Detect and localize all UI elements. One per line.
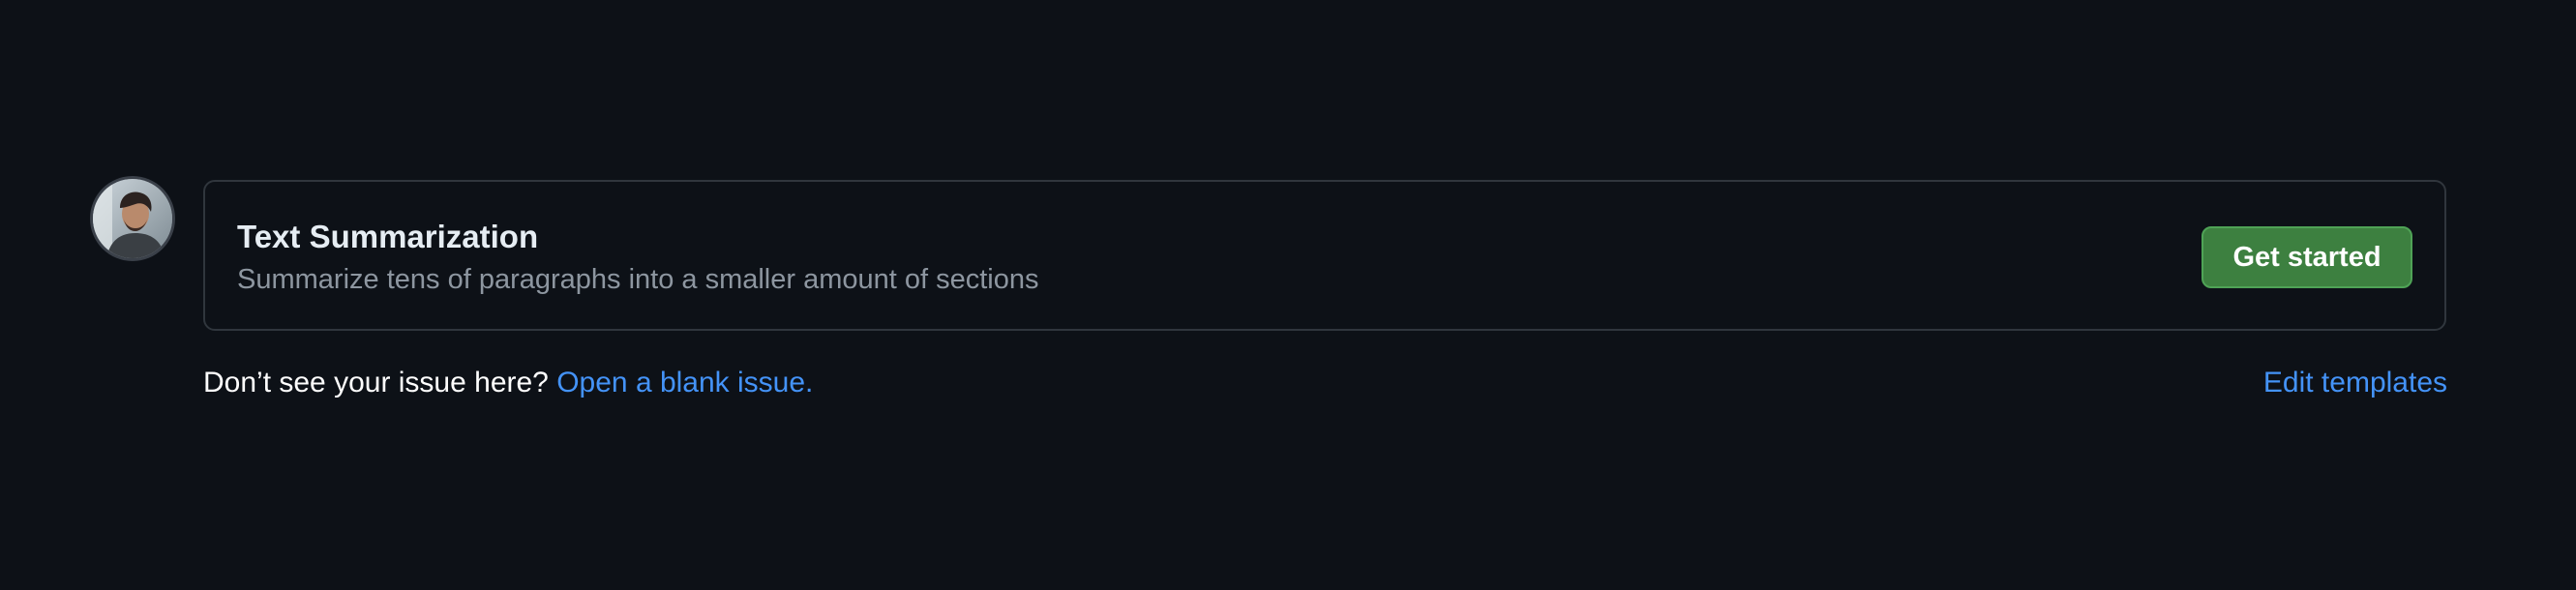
- template-description: Summarize tens of paragraphs into a smal…: [237, 264, 1039, 295]
- issue-template-card: Text Summarization Summarize tens of par…: [203, 180, 2446, 331]
- get-started-button[interactable]: Get started: [2202, 226, 2412, 288]
- open-blank-issue-link[interactable]: Open a blank issue.: [556, 367, 813, 398]
- footer-prompt: Don’t see your issue here? Open a blank …: [203, 367, 813, 399]
- edit-templates: Edit templates: [2263, 367, 2447, 399]
- template-title: Text Summarization: [237, 219, 539, 254]
- footer-prompt-text: Don’t see your issue here?: [203, 367, 549, 398]
- avatar-photo-icon: [93, 179, 172, 258]
- user-avatar[interactable]: [93, 179, 172, 258]
- edit-templates-link[interactable]: Edit templates: [2263, 367, 2447, 398]
